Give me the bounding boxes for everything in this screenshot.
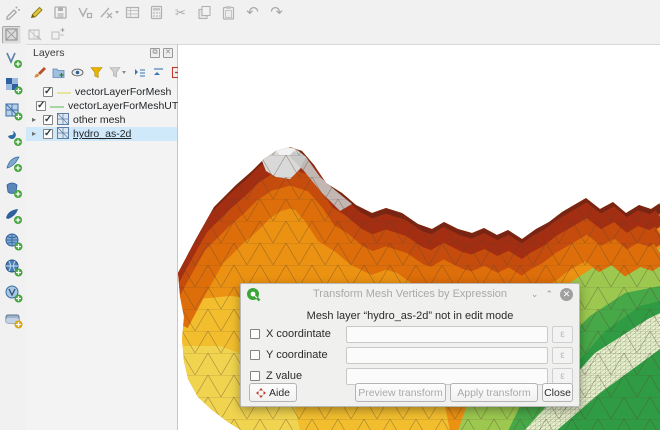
filter-by-expression-icon[interactable] xyxy=(108,65,128,80)
dialog-close-icon[interactable]: ✕ xyxy=(560,288,573,301)
close-button[interactable]: Close xyxy=(542,383,573,402)
manage-map-themes-icon[interactable] xyxy=(70,65,85,80)
manage-layers-toolbar xyxy=(0,46,26,430)
y-expression-button[interactable]: ε xyxy=(552,347,573,364)
add-wms-layer-icon[interactable] xyxy=(4,258,23,277)
add-oracle-layer-icon[interactable] xyxy=(4,232,23,251)
dialog-titlebar[interactable]: Transform Mesh Vertices by Expression ⌄ … xyxy=(241,284,579,304)
panel-float-icon[interactable]: ⧉ xyxy=(150,48,160,58)
layer-name[interactable]: other mesh xyxy=(73,114,126,126)
open-layer-styling-icon[interactable] xyxy=(32,65,47,80)
layers-panel-header: Layers ⧉ ✕ xyxy=(26,45,177,61)
unshade-icon[interactable]: ⌃ xyxy=(545,287,553,301)
layer-row-vectorLayerForMeshUTM[interactable]: vectorLayerForMeshUTM xyxy=(26,99,177,113)
toggle-editing-icon[interactable] xyxy=(26,2,47,23)
filter-legend-icon[interactable] xyxy=(89,65,104,80)
add-mesh-layer-icon[interactable] xyxy=(4,102,23,121)
force-by-expression-icon[interactable] xyxy=(146,2,167,23)
digitize-mesh-icon[interactable] xyxy=(74,2,95,23)
mesh-layer-icon xyxy=(57,127,69,142)
line-symbol-icon xyxy=(57,86,71,98)
help-icon xyxy=(256,388,266,398)
layer-name[interactable]: vectorLayerForMesh xyxy=(75,86,171,98)
layer-row-other-mesh[interactable]: ▸ other mesh xyxy=(26,113,177,127)
transform-mesh-vertices-dialog: Transform Mesh Vertices by Expression ⌄ … xyxy=(240,283,580,407)
mesh-layer-icon xyxy=(57,113,69,128)
x-expression-button[interactable]: ε xyxy=(552,326,573,343)
add-postgis-layer-icon[interactable] xyxy=(4,180,23,199)
apply-transform-button[interactable]: Apply transform xyxy=(450,383,538,402)
z-value-label: Z value xyxy=(266,370,302,382)
add-raster-layer-icon[interactable] xyxy=(4,76,23,95)
save-edits-icon[interactable] xyxy=(50,2,71,23)
undo-icon[interactable]: ↶ xyxy=(242,2,263,23)
expander-icon[interactable]: ▸ xyxy=(32,130,39,138)
copy-features-icon[interactable] xyxy=(194,2,215,23)
layer-checkbox[interactable] xyxy=(43,87,53,97)
add-spatialite-layer-icon[interactable] xyxy=(4,154,23,173)
cut-features-icon[interactable]: ✂ xyxy=(170,2,191,23)
x-coordinate-row: X coordintate ε xyxy=(241,326,579,343)
mesh-digitizing-tool-icon[interactable] xyxy=(25,26,44,44)
layer-name[interactable]: vectorLayerForMeshUTM xyxy=(68,100,187,112)
line-symbol-icon xyxy=(50,100,64,112)
layer-row-vectorLayerForMesh[interactable]: vectorLayerForMesh xyxy=(26,85,177,99)
layers-panel: Layers ⧉ ✕ xyxy=(26,44,178,430)
x-coordinate-checkbox[interactable] xyxy=(250,329,260,339)
edit-attributes-icon[interactable] xyxy=(122,2,143,23)
panel-close-icon[interactable]: ✕ xyxy=(163,48,173,58)
layer-tree: vectorLayerForMesh vectorLayerForMeshUTM… xyxy=(26,85,177,141)
edit-mode-message: Mesh layer “hydro_as-2d” not in edit mod… xyxy=(241,310,579,322)
collapse-all-icon[interactable] xyxy=(151,65,166,80)
z-value-checkbox[interactable] xyxy=(250,371,260,381)
digitizing-toolbar: ✂ ↶ ↷ xyxy=(2,1,287,24)
mesh-digitizing-toolbar xyxy=(2,25,67,44)
qgis-logo-icon xyxy=(246,287,261,302)
vertex-tool-icon[interactable] xyxy=(98,2,119,23)
dialog-title: Transform Mesh Vertices by Expression xyxy=(241,288,579,300)
add-virtual-layer-icon[interactable] xyxy=(4,310,23,329)
x-coordinate-label: X coordintate xyxy=(266,328,331,340)
layer-checkbox[interactable] xyxy=(43,115,53,125)
mesh-reindex-tool-icon[interactable] xyxy=(48,26,67,44)
layer-checkbox[interactable] xyxy=(36,101,46,111)
add-mssql-layer-icon[interactable] xyxy=(4,206,23,225)
layer-name[interactable]: hydro_as-2d xyxy=(73,128,131,140)
y-coordinate-checkbox[interactable] xyxy=(250,350,260,360)
layer-checkbox[interactable] xyxy=(43,129,53,139)
shade-icon[interactable]: ⌄ xyxy=(531,287,539,301)
y-coordinate-label: Y coordinate xyxy=(266,349,328,361)
add-group-icon[interactable] xyxy=(51,65,66,80)
add-wfs-layer-icon[interactable] xyxy=(4,284,23,303)
redo-icon[interactable]: ↷ xyxy=(266,2,287,23)
layers-panel-title: Layers xyxy=(33,47,150,59)
x-coordinate-input[interactable] xyxy=(346,326,548,343)
help-button[interactable]: Aide xyxy=(249,383,297,402)
preview-transform-button[interactable]: Preview transform xyxy=(355,383,446,402)
add-vector-layer-icon[interactable] xyxy=(4,50,23,69)
expander-icon[interactable]: ▸ xyxy=(32,116,39,124)
current-edits-icon[interactable] xyxy=(2,2,23,23)
y-coordinate-row: Y coordinate ε xyxy=(241,347,579,364)
y-coordinate-input[interactable] xyxy=(346,347,548,364)
layers-panel-toolbar xyxy=(32,64,185,80)
add-delimited-text-layer-icon[interactable] xyxy=(4,128,23,147)
transform-mesh-vertices-icon[interactable] xyxy=(2,26,21,44)
paste-features-icon[interactable] xyxy=(218,2,239,23)
layer-row-hydro-as-2d[interactable]: ▸ hydro_as-2d xyxy=(26,127,177,141)
top-toolbar-area: ✂ ↶ ↷ xyxy=(0,0,660,44)
expand-all-icon[interactable] xyxy=(132,65,147,80)
